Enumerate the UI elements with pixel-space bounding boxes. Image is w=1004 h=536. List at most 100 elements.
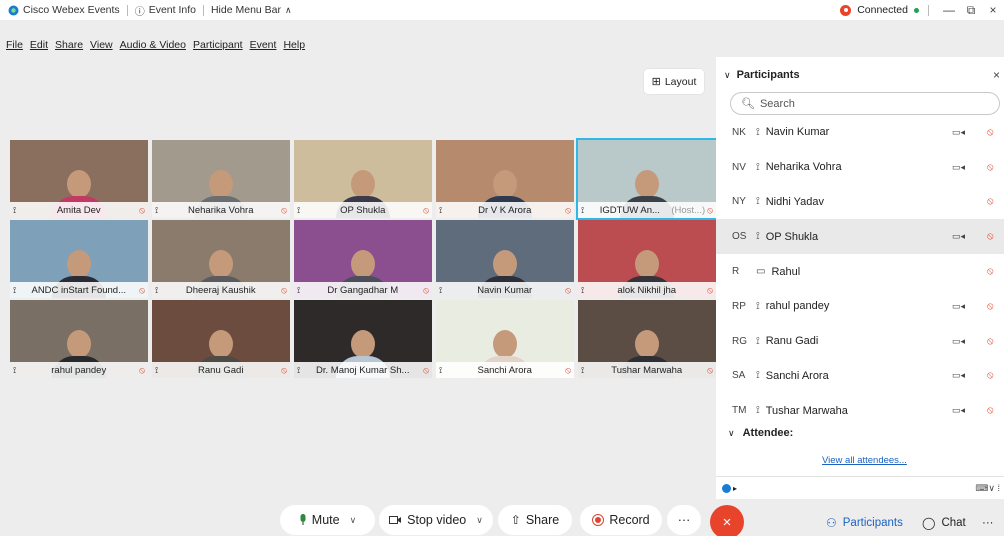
close-window-button[interactable]: × <box>982 3 1004 17</box>
more-options-button[interactable]: ··· <box>667 505 701 535</box>
video-tile[interactable]: ⟟ Sanchi Arora ⦸ <box>436 300 574 378</box>
muted-mic-icon: ⦸ <box>565 204 571 215</box>
chevron-down-icon: ∨ <box>349 514 357 525</box>
mic-icon <box>300 514 306 525</box>
muted-mic-icon: ⦸ <box>565 284 571 295</box>
tile-name: alok Nikhil jha <box>617 284 677 296</box>
menu-edit[interactable]: Edit <box>30 39 48 51</box>
hide-menu-bar-button[interactable]: Hide Menu Bar ∧ <box>211 4 292 16</box>
menu-audio-video[interactable]: Audio & Video <box>120 39 186 51</box>
connection-status[interactable]: Connected <box>857 4 908 16</box>
menu-help[interactable]: Help <box>283 39 305 51</box>
participants-panel: ∨ Participants × 🔍︎ Search NK ⟟ Navin Kuma… <box>716 57 1004 499</box>
menu-participant[interactable]: Participant <box>193 39 243 51</box>
tile-name: Ranu Gadi <box>198 364 244 376</box>
audio-icon: ⟟ <box>155 364 159 375</box>
chat-tab[interactable]: ◯ Chat <box>922 510 966 536</box>
muted-mic-icon[interactable]: ⦸ <box>987 405 994 416</box>
participant-head <box>351 250 375 278</box>
muted-mic-icon[interactable]: ⦸ <box>987 162 994 173</box>
event-info-button[interactable]: ⓘ Event Info <box>135 3 196 18</box>
participant-row[interactable]: NY ⟟ Nidhi Yadav ⦸ <box>716 185 1004 220</box>
avatar: TM <box>732 405 747 417</box>
menu-event[interactable]: Event <box>250 39 277 51</box>
tile-name: OP Shukla <box>340 204 386 216</box>
caption-icon[interactable]: ⌨∨ ⁞ <box>975 483 1000 494</box>
title-separator <box>928 4 929 16</box>
muted-mic-icon: ⦸ <box>281 284 287 295</box>
restore-button[interactable]: ⧉ <box>960 3 982 18</box>
participant-row[interactable]: R ▭ Rahul ⦸ <box>716 254 1004 289</box>
stop-video-button[interactable]: Stop video ∨ <box>379 505 493 535</box>
video-tile[interactable]: ⟟ ANDC inStart Found... ⦸ <box>10 220 148 298</box>
muted-mic-icon: ⦸ <box>423 204 429 215</box>
webex-status-icon[interactable] <box>722 483 731 493</box>
tile-name: Dheeraj Kaushik <box>185 284 256 296</box>
audio-icon: ⟟ <box>581 364 585 375</box>
tile-name-bar: ⟟ Dheeraj Kaushik ⦸ <box>152 282 290 298</box>
chat-tab-label: Chat <box>941 517 966 529</box>
video-tile[interactable]: ⟟ Dheeraj Kaushik ⦸ <box>152 220 290 298</box>
close-panel-button[interactable]: × <box>993 68 1000 82</box>
participant-row[interactable]: RP ⟟ rahul pandey ▭◂ ⦸ <box>716 289 1004 324</box>
avatar: SA <box>732 370 746 382</box>
participant-head <box>493 250 517 278</box>
menu-share[interactable]: Share <box>55 39 83 51</box>
menu-view[interactable]: View <box>90 39 113 51</box>
minimize-button[interactable]: — <box>938 3 960 17</box>
end-meeting-button[interactable]: × <box>710 505 744 536</box>
muted-mic-icon[interactable]: ⦸ <box>987 231 994 242</box>
video-icon: ▭◂ <box>952 370 966 381</box>
video-tile[interactable]: ⟟ Amita Dev ⦸ <box>10 140 148 218</box>
record-button[interactable]: Record <box>580 505 662 535</box>
participant-name: rahul pandey <box>765 300 830 313</box>
participants-header[interactable]: ∨ Participants <box>724 69 800 81</box>
participant-row[interactable]: SA ⟟ Sanchi Arora ▭◂ ⦸ <box>716 359 1004 394</box>
participant-row[interactable]: NK ⟟ Navin Kumar ▭◂ ⦸ <box>716 115 1004 150</box>
muted-mic-icon[interactable]: ⦸ <box>987 370 994 381</box>
host-badge: (Host...) <box>671 204 706 216</box>
participants-tab-label: Participants <box>842 517 903 529</box>
tile-name: Dr. Manoj Kumar Sh... <box>316 364 410 376</box>
attendee-section[interactable]: ∨ Attendee: <box>728 427 793 439</box>
video-tile[interactable]: ⟟ Navin Kumar ⦸ <box>436 220 574 298</box>
chat-icon: ◯ <box>922 516 936 530</box>
share-button[interactable]: ⇧ Share <box>498 505 572 535</box>
search-input[interactable]: 🔍︎ Search <box>730 92 1000 115</box>
muted-mic-icon: ⦸ <box>707 284 713 295</box>
participants-tab[interactable]: ⚇ Participants <box>826 510 903 536</box>
audio-icon: ⟟ <box>581 284 585 295</box>
video-tile[interactable]: ⟟ Dr Gangadhar M ⦸ <box>294 220 432 298</box>
video-tile[interactable]: ⟟ rahul pandey ⦸ <box>10 300 148 378</box>
participant-row[interactable]: NV ⟟ Neharika Vohra ▭◂ ⦸ <box>716 150 1004 185</box>
participant-row[interactable]: TM ⟟ Tushar Marwaha ▭◂ ⦸ <box>716 393 1004 428</box>
muted-mic-icon[interactable]: ⦸ <box>987 336 994 347</box>
record-label: Record <box>609 513 650 527</box>
participant-row[interactable]: RG ⟟ Ranu Gadi ▭◂ ⦸ <box>716 324 1004 359</box>
video-tile[interactable]: ⟟ Neharika Vohra ⦸ <box>152 140 290 218</box>
participant-name: OP Shukla <box>765 230 819 243</box>
video-icon: ▭◂ <box>952 161 966 172</box>
tile-name-bar: ⟟ Dr V K Arora ⦸ <box>436 202 574 218</box>
more-panels-button[interactable]: ··· <box>982 510 994 536</box>
layout-button[interactable]: ⊞ Layout <box>644 69 704 94</box>
muted-mic-icon[interactable]: ⦸ <box>987 266 994 277</box>
video-tile[interactable]: ⟟ Tushar Marwaha ⦸ <box>578 300 716 378</box>
audio-icon: ⟟ <box>439 284 443 295</box>
mute-button[interactable]: Mute ∨ <box>280 505 375 535</box>
menu-file[interactable]: File <box>6 39 23 51</box>
video-tile[interactable]: ⟟ IGDTUW An... (Host...) ⦸ <box>576 138 718 220</box>
video-tile[interactable]: ⟟ Dr V K Arora ⦸ <box>436 140 574 218</box>
video-tile[interactable]: ⟟ alok Nikhil jha ⦸ <box>578 220 716 298</box>
video-tile[interactable]: ⟟ OP Shukla ⦸ <box>294 140 432 218</box>
muted-mic-icon: ⦸ <box>565 364 571 375</box>
video-tile[interactable]: ⟟ Dr. Manoj Kumar Sh... ⦸ <box>294 300 432 378</box>
muted-mic-icon[interactable]: ⦸ <box>987 301 994 312</box>
view-all-attendees-link[interactable]: View all attendees... <box>822 455 907 466</box>
muted-mic-icon[interactable]: ⦸ <box>987 196 994 207</box>
muted-mic-icon[interactable]: ⦸ <box>987 127 994 138</box>
participant-row[interactable]: OS ⟟ OP Shukla ▭◂ ⦸ <box>716 219 1004 255</box>
tile-name-bar: ⟟ Sanchi Arora ⦸ <box>436 362 574 378</box>
video-tile[interactable]: ⟟ Ranu Gadi ⦸ <box>152 300 290 378</box>
tile-name: Navin Kumar <box>477 284 533 296</box>
